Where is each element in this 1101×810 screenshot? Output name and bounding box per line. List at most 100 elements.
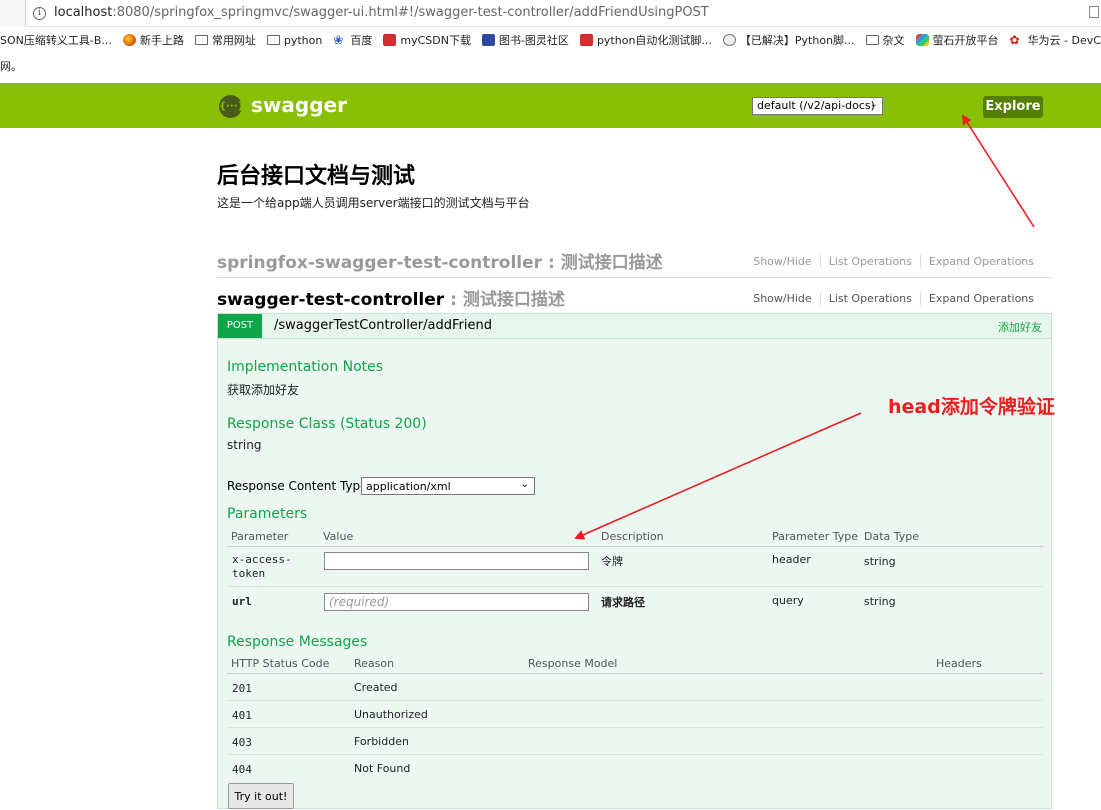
url-input[interactable]: (required) [324, 593, 589, 611]
resource-divider [217, 277, 1052, 278]
response-code: 401 [232, 709, 252, 722]
bookmarks-bar: SON压缩转义工具-B... 新手上路 常用网址 python ❀ 百度 myCS… [0, 28, 1101, 52]
response-class-heading: Response Class (Status 200) [227, 416, 427, 432]
response-class-value: string [227, 438, 262, 452]
folder-icon [865, 35, 879, 45]
baidu-paw-icon: ❀ [333, 33, 344, 47]
response-reason: Not Found [354, 762, 411, 775]
param-name-x-access-token: x-access- token [232, 553, 292, 580]
bookmark-baidu[interactable]: ❀ 百度 [333, 32, 372, 48]
response-messages-heading: Response Messages [227, 634, 368, 650]
folder-icon [266, 35, 280, 45]
bookmark-getting-started[interactable]: 新手上路 [122, 32, 184, 48]
x-access-token-input[interactable] [324, 552, 589, 570]
table-rule [227, 673, 1043, 674]
list-operations-link[interactable]: List Operations [819, 292, 920, 305]
bookmark-python-auto-test[interactable]: python自动化测试脚... [579, 32, 712, 48]
page-action-icon[interactable] [1089, 6, 1099, 18]
response-reason: Forbidden [354, 735, 409, 748]
param-type: query [772, 594, 804, 607]
page-title: 后台接口文档与测试 [217, 164, 416, 189]
col-headers: Headers [936, 657, 982, 670]
bookmark-common-sites[interactable]: 常用网址 [194, 32, 256, 48]
col-response-model: Response Model [528, 657, 618, 670]
bookmark-huawei-devcloud[interactable]: ✿华为云 - DevCloud [1010, 32, 1101, 48]
expand-operations-link[interactable]: Expand Operations [919, 292, 1042, 305]
site-info-icon[interactable]: i [33, 7, 46, 20]
bookmark-resolved-python[interactable]: 【已解决】Python脚... [722, 32, 855, 48]
col-reason: Reason [354, 657, 395, 670]
response-code: 404 [232, 763, 252, 776]
param-type: header [772, 553, 811, 566]
operation-path[interactable]: /swaggerTestController/addFriend [274, 318, 492, 333]
url-bar-left-edge [0, 0, 26, 27]
table-rule [227, 754, 1043, 755]
col-description: Description [601, 530, 664, 543]
resource-heading-springfox[interactable]: springfox-swagger-test-controller : 测试接口… [217, 248, 663, 273]
bookmark-python[interactable]: python [266, 34, 322, 47]
resource-ops-springfox: Show/Hide List Operations Expand Operati… [745, 255, 1042, 268]
explore-button[interactable]: Explore [983, 96, 1043, 118]
url-text[interactable]: localhost:8080/springfox_springmvc/swagg… [54, 5, 709, 20]
param-data-type: string [864, 555, 896, 568]
resource-heading-swagger-test[interactable]: swagger-test-controller : 测试接口描述 [217, 285, 565, 310]
parameters-heading: Parameters [227, 506, 308, 522]
impl-notes-text: 获取添加好友 [227, 383, 300, 397]
response-content-type-label: Response Content Type [227, 479, 368, 493]
col-data-type: Data Type [864, 530, 920, 543]
page-description: 这是一个给app端人员调用server端接口的测试文档与平台 [217, 196, 530, 210]
impl-notes-heading: Implementation Notes [227, 359, 384, 375]
huawei-icon: ✿ [1009, 33, 1020, 47]
cut-off-text: 网。 [0, 60, 22, 73]
ezviz-icon [915, 34, 929, 46]
col-http-status: HTTP Status Code [231, 657, 330, 670]
swagger-header: {···} swagger default (/v2/api-docs) ⌄ Ex… [0, 83, 1101, 128]
bookmark-mycsdn[interactable]: myCSDN下载 [383, 32, 471, 48]
chevron-down-icon: ⌄ [869, 99, 878, 110]
swagger-title: swagger [251, 93, 347, 117]
book-icon [481, 34, 495, 46]
http-method-badge[interactable]: POST [218, 314, 262, 338]
bookmark-json-tool[interactable]: SON压缩转义工具-B... [0, 32, 112, 48]
param-description: 令牌 [601, 555, 623, 568]
show-hide-link[interactable]: Show/Hide [745, 255, 819, 268]
bookmark-turing[interactable]: 图书-图灵社区 [481, 32, 569, 48]
csdn-icon [579, 34, 593, 46]
response-code: 201 [232, 682, 252, 695]
folder-icon [194, 35, 208, 45]
col-parameter: Parameter [231, 530, 289, 543]
browser-url-bar[interactable]: i localhost:8080/springfox_springmvc/swa… [0, 0, 1101, 27]
response-reason: Unauthorized [354, 708, 428, 721]
param-name-url: url [232, 595, 252, 608]
response-code: 403 [232, 736, 252, 749]
firefox-icon [122, 34, 136, 46]
operation-summary[interactable]: 添加好友 [998, 319, 1042, 335]
col-value: Value [323, 530, 354, 543]
list-operations-link[interactable]: List Operations [819, 255, 920, 268]
response-reason: Created [354, 681, 398, 694]
table-rule [227, 700, 1043, 701]
params-table-header: Parameter Value Description Parameter Ty… [218, 530, 1053, 544]
api-docs-select[interactable]: default (/v2/api-docs) ⌄ [752, 97, 883, 115]
operation-header[interactable]: POST /swaggerTestController/addFriend 添加… [217, 313, 1052, 339]
param-data-type: string [864, 595, 896, 608]
swagger-logo-icon: {···} [219, 95, 245, 118]
param-description: 请求路径 [601, 596, 645, 609]
resource-ops-swagger-test: Show/Hide List Operations Expand Operati… [745, 292, 1042, 305]
annotation-text: head添加令牌验证 [888, 396, 1055, 418]
chevron-down-icon: ⌄ [520, 479, 529, 490]
col-parameter-type: Parameter Type [772, 530, 858, 543]
table-rule [227, 586, 1043, 587]
show-hide-link[interactable]: Show/Hide [745, 292, 819, 305]
table-rule [227, 727, 1043, 728]
bookmark-essays[interactable]: 杂文 [865, 32, 905, 48]
table-rule [227, 546, 1043, 547]
bookmark-ezviz[interactable]: 萤石开放平台 [915, 32, 999, 48]
arrow-to-explore [961, 114, 1035, 228]
responses-table-header: HTTP Status Code Reason Response Model H… [218, 657, 1053, 671]
globe-icon [722, 34, 736, 46]
response-content-type-select[interactable]: application/xml ⌄ [361, 477, 535, 495]
try-it-out-button[interactable]: Try it out! [228, 783, 294, 809]
csdn-icon [383, 34, 397, 46]
expand-operations-link[interactable]: Expand Operations [919, 255, 1042, 268]
